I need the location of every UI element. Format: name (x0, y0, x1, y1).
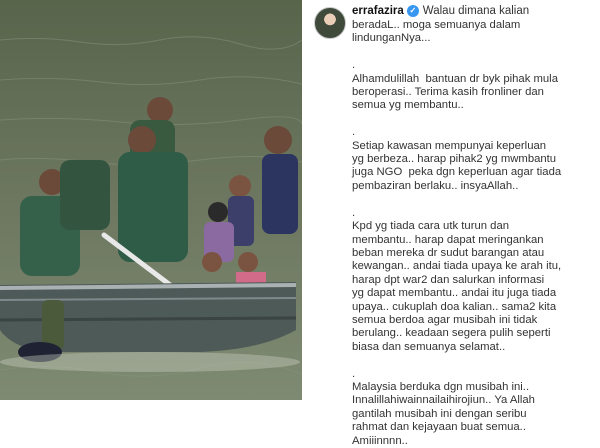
post-header: errafazira ✓ Walau dimana kalian (352, 5, 529, 17)
flood-rescue-photo (0, 0, 302, 400)
post-caption: beradaL.. moga semuanya dalam lindunganN… (352, 19, 562, 447)
caption-first-line: Walau dimana kalian (422, 5, 530, 18)
avatar[interactable] (314, 7, 346, 39)
instagram-post-panel: errafazira ✓ Walau dimana kalian beradaL..… (302, 0, 600, 447)
rescue-scene-illustration (0, 0, 302, 400)
verified-badge-icon: ✓ (406, 5, 419, 17)
username-link[interactable]: errafazira (352, 5, 404, 17)
